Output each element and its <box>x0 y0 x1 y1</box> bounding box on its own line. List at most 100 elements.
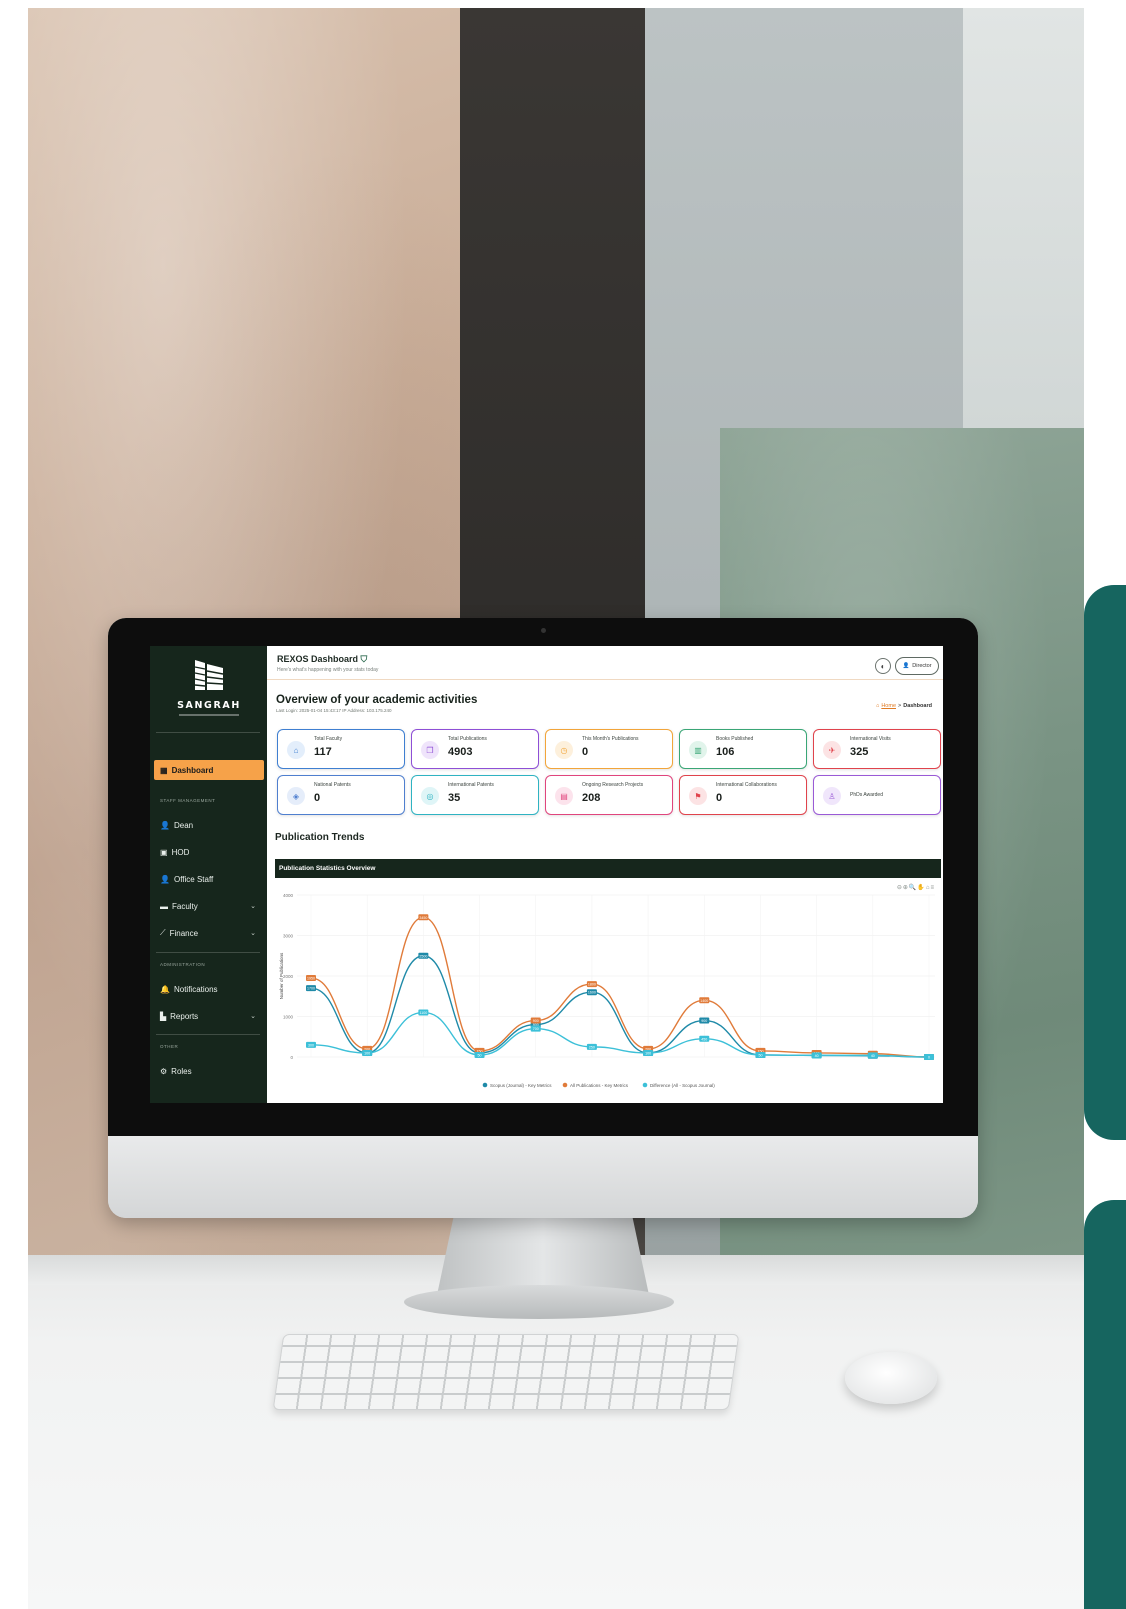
stat-value: 117 <box>314 746 332 758</box>
breadcrumb: ⌂ Home > Dashboard <box>876 703 932 709</box>
y-axis-label: Number of Publications <box>279 952 284 999</box>
shield-icon: ⛉ <box>360 654 368 664</box>
home-icon: ⌂ <box>876 703 880 709</box>
stat-card-international-visits[interactable]: ✈ International Visits 325 <box>813 729 941 769</box>
shield-icon: ◈ <box>287 787 305 805</box>
data-label: 1100 <box>419 1011 427 1015</box>
sidebar-item-label: Office Staff <box>173 874 214 884</box>
y-tick-label: 3000 <box>283 934 294 939</box>
y-tick-label: 0 <box>290 1055 293 1060</box>
last-login-info: Last Login: 2025-01-04 15:43:17 IP Addre… <box>276 708 392 713</box>
series-line <box>310 1011 930 1058</box>
publication-line-chart: 40003000200010000Number of Publications 1… <box>279 893 935 1088</box>
stat-card-international-patents[interactable]: ◎ International Patents 35 <box>411 775 539 815</box>
user-icon: 👤 <box>160 874 170 884</box>
sidebar-item-reports[interactable]: ▙ Reports ⌄ <box>160 1009 260 1023</box>
data-label: 900 <box>533 1019 539 1023</box>
sidebar-item-notifications[interactable]: 🔔 Notifications <box>160 982 260 996</box>
sidebar-item-label: Finance <box>169 928 199 938</box>
building-logo-icon <box>194 660 224 690</box>
stat-card-monthly-publications[interactable]: ◷ This Month's Publications 0 <box>545 729 673 769</box>
stat-card-phds-awarded[interactable]: ♙ PhDs Awarded <box>813 775 941 815</box>
page-title: Overview of your academic activities <box>276 694 478 706</box>
breadcrumb-current: Dashboard <box>903 703 932 709</box>
legend-marker <box>562 1082 568 1088</box>
breadcrumb-separator: > <box>898 703 902 709</box>
sidebar-item-label: Notifications <box>173 984 218 994</box>
sidebar-item-office-staff[interactable]: 👤 Office Staff <box>160 872 260 886</box>
stat-label: Ongoing Research Projects <box>582 782 644 788</box>
data-label: 100 <box>364 1051 370 1055</box>
series-line <box>310 916 930 1058</box>
stat-value: 208 <box>582 792 601 804</box>
book-icon: ❐ <box>421 741 439 759</box>
globe-icon: ◎ <box>421 787 439 805</box>
data-label: 700 <box>533 1027 539 1031</box>
stat-card-total-faculty[interactable]: ⌂ Total Faculty 117 <box>277 729 405 769</box>
id-card-icon: ▣ <box>160 847 168 857</box>
legend-label: Difference (All - Scopus Journal) <box>650 1083 715 1088</box>
stat-label: International Patents <box>448 782 494 788</box>
sidebar-item-roles[interactable]: ⚙ Roles <box>160 1064 260 1078</box>
user-role: Director <box>912 663 932 669</box>
stat-card-research-projects[interactable]: ▤ Ongoing Research Projects 208 <box>545 775 673 815</box>
sidebar: SANGRAH ▦ Dashboard STAFF MANAGEMENT 👤 D… <box>150 646 267 1103</box>
data-label: 3450 <box>419 916 427 920</box>
sidebar-item-label: Dashboard <box>171 765 214 775</box>
light-wall <box>963 8 1084 428</box>
stat-value: 325 <box>850 746 869 758</box>
sidebar-item-dean[interactable]: 👤 Dean <box>160 818 260 832</box>
breadcrumb-home-link[interactable]: Home <box>881 703 896 709</box>
photo-scene: SANGRAH ▦ Dashboard STAFF MANAGEMENT 👤 D… <box>0 0 1126 1609</box>
sidebar-item-hod[interactable]: ▣ HOD <box>160 845 260 859</box>
sidebar-item-faculty[interactable]: ▬ Faculty ⌄ <box>160 899 260 913</box>
stat-value: 0 <box>582 746 589 758</box>
stat-value: 0 <box>716 792 723 804</box>
data-label: 2500 <box>419 954 427 958</box>
data-label: 0 <box>928 1056 930 1060</box>
monitor-stand <box>437 1215 649 1295</box>
data-label: 300 <box>308 1043 314 1047</box>
monitor-chin <box>108 1136 978 1218</box>
stat-value: 0 <box>314 792 321 804</box>
user-menu-button[interactable]: 👤 Director <box>895 657 939 675</box>
data-label: 50 <box>478 1053 482 1057</box>
user-icon: 👤 <box>902 663 910 669</box>
logo: SANGRAH <box>168 654 250 720</box>
sidebar-item-label: Reports <box>170 1011 199 1021</box>
stat-label: Books Published <box>716 736 754 742</box>
data-label: 1800 <box>588 983 596 987</box>
clock-icon: ◷ <box>555 741 573 759</box>
sidebar-item-finance[interactable]: ⟋ Finance ⌄ <box>160 926 260 940</box>
stat-card-books-published[interactable]: ▥ Books Published 106 <box>679 729 807 769</box>
stat-value: 106 <box>716 746 735 758</box>
stat-label: This Month's Publications <box>582 736 639 742</box>
handshake-icon: ⚑ <box>689 787 707 805</box>
monitor-stand-base <box>404 1285 674 1319</box>
stat-value: 35 <box>448 792 461 804</box>
stat-label: National Patents <box>314 782 351 788</box>
chevron-down-icon: ⌄ <box>250 903 256 910</box>
stat-card-total-publications[interactable]: ❐ Total Publications 4903 <box>411 729 539 769</box>
y-tick-label: 1000 <box>283 1015 294 1020</box>
dashboard-screen: SANGRAH ▦ Dashboard STAFF MANAGEMENT 👤 D… <box>150 646 943 1103</box>
data-label: 900 <box>701 1019 707 1023</box>
keyboard <box>272 1334 740 1410</box>
app-title: REXOS Dashboard ⛉ <box>277 654 367 665</box>
stat-value: 4903 <box>448 746 473 758</box>
section-title: Publication Trends <box>275 832 365 843</box>
chart-panel: Publication Statistics Overview ⊖⊕🔍✋⌂≡ 4… <box>275 859 941 1099</box>
stat-card-international-collaborations[interactable]: ⚑ International Collaborations 0 <box>679 775 807 815</box>
stat-label: International Visits <box>850 736 891 742</box>
folder-icon: ▬ <box>160 901 168 911</box>
stat-label: Total Faculty <box>314 736 343 742</box>
legend-marker <box>642 1082 648 1088</box>
sidebar-section-administration: ADMINISTRATION <box>160 962 206 967</box>
app-subtitle: Here's what's happening with your stats … <box>277 667 379 673</box>
legend-label: Scopus (Journal) - Key Metrics <box>490 1083 552 1088</box>
stat-card-national-patents[interactable]: ◈ National Patents 0 <box>277 775 405 815</box>
y-tick-label: 4000 <box>283 893 294 898</box>
theme-toggle-button[interactable]: ◐ <box>875 658 891 674</box>
sidebar-item-dashboard[interactable]: ▦ Dashboard <box>154 760 264 780</box>
y-tick-label: 2000 <box>283 974 294 979</box>
